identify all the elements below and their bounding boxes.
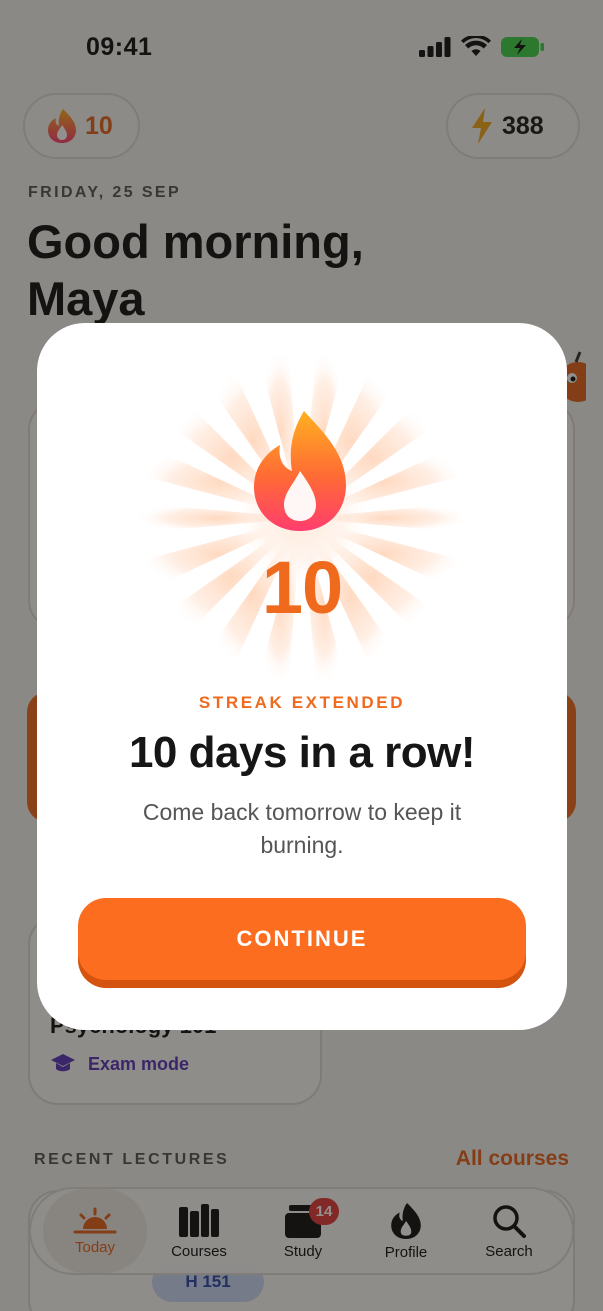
streak-headline: 10 days in a row! (128, 728, 476, 777)
streak-eyebrow: STREAK EXTENDED (198, 693, 406, 712)
streak-flame-icon (254, 411, 346, 531)
continue-button[interactable]: CONTINUE (78, 898, 526, 980)
streak-number: 10 (261, 546, 343, 629)
streak-subtext: Come back tomorrow to keep it burning. (142, 799, 462, 858)
streak-modal: 10 STREAK EXTENDED 10 days in a row! Com… (37, 323, 567, 1030)
